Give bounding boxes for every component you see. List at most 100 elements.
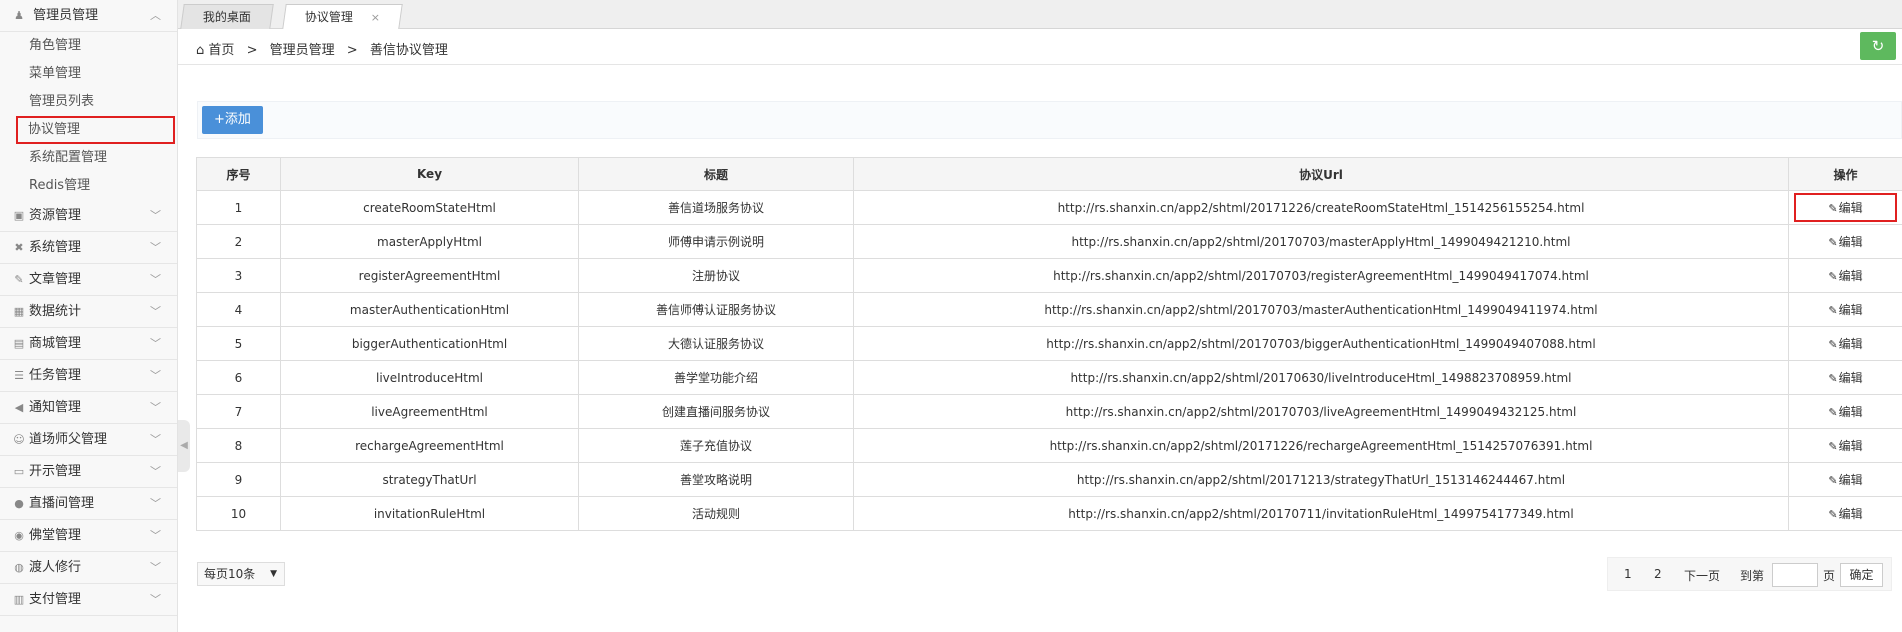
edit-button[interactable]: ✎编辑 [1824, 265, 1866, 286]
page-link-1[interactable]: 1 [1624, 567, 1632, 581]
sidebar-group[interactable]: ▦ 数据统计 ﹀ [0, 296, 177, 328]
cell-key: invitationRuleHtml [280, 496, 579, 531]
pencil-icon: ✎ [1828, 440, 1838, 453]
sidebar-group[interactable]: ▣ 资源管理 ﹀ [0, 200, 177, 232]
sidebar-group[interactable]: ◍ 渡人修行 ﹀ [0, 552, 177, 584]
menu-icon: ▣ [13, 209, 25, 222]
sidebar-collapse-handle[interactable]: ◀ [178, 420, 190, 472]
tab-desktop[interactable]: 我的桌面 [180, 4, 274, 29]
refresh-icon: ↻ [1871, 37, 1885, 55]
header-action: 操作 [1788, 157, 1902, 191]
sidebar-item[interactable]: 管理员列表 [0, 88, 177, 116]
cell-key: masterAuthenticationHtml [280, 292, 579, 327]
table-row: 3 registerAgreementHtml 注册协议 http://rs.shan… [196, 258, 1902, 293]
sidebar-item[interactable]: 协议管理 [16, 116, 175, 144]
table-row: 8 rechargeAgreementHtml 莲子充值协议 http://rs.sh… [196, 428, 1902, 463]
pencil-icon: ✎ [1828, 304, 1838, 317]
edit-button[interactable]: ✎编辑 [1824, 231, 1866, 252]
sidebar-group-admin[interactable]: ♟ 管理员管理 ︿ [0, 0, 177, 32]
chevron-down-icon: ﹀ [150, 369, 161, 382]
pencil-icon: ✎ [1828, 474, 1838, 487]
edit-label: 编辑 [1838, 337, 1863, 351]
sidebar-groups: ▣ 资源管理 ﹀ ✖ 系统管理 ﹀ ✎ 文章管理 ﹀ ▦ 数据统计 ﹀ ▤ 商城管理 ﹀ ☰ 任务管理 ﹀ ◀ 通知管… [0, 200, 177, 616]
edit-button[interactable]: ✎编辑 [1824, 333, 1866, 354]
page-link-2[interactable]: 2 [1654, 567, 1662, 581]
table-row: 5 biggerAuthenticationHtml 大德认证服务协议 http://… [196, 326, 1902, 361]
tab-label: 我的桌面 [202, 10, 251, 24]
table-row: 9 strategyThatUrl 善堂攻略说明 http://rs.shanxin.… [196, 462, 1902, 497]
edit-button[interactable]: ✎编辑 [1824, 503, 1866, 524]
cell-action: ✎编辑 [1788, 224, 1902, 259]
sidebar-group-label: 渡人修行 [29, 560, 82, 575]
chevron-down-icon: ﹀ [150, 241, 161, 254]
table-row: 6 liveIntroduceHtml 善学堂功能介绍 http://rs.shanx… [196, 360, 1902, 395]
sidebar-group-label: 商城管理 [29, 336, 82, 351]
add-button[interactable]: +添加 [202, 106, 263, 134]
sidebar-group[interactable]: ▥ 支付管理 ﹀ [0, 584, 177, 616]
pencil-icon: ✎ [1828, 406, 1838, 419]
sidebar-group[interactable]: ▭ 开示管理 ﹀ [0, 456, 177, 488]
confirm-button[interactable]: 确定 [1840, 563, 1883, 587]
sidebar-group[interactable]: ▤ 商城管理 ﹀ [0, 328, 177, 360]
next-page-link[interactable]: 下一页 [1684, 567, 1720, 584]
cell-key: liveIntroduceHtml [280, 360, 579, 395]
sidebar-item[interactable]: 角色管理 [0, 32, 177, 60]
pencil-icon: ✎ [1828, 270, 1838, 283]
sidebar-group[interactable]: ✖ 系统管理 ﹀ [0, 232, 177, 264]
chevron-down-icon: ﹀ [150, 593, 161, 606]
dropdown-arrow-icon: ▼ [270, 569, 277, 579]
page-size-select[interactable]: 每页10条 ▼ [197, 562, 285, 586]
cell-action: ✎编辑 [1788, 428, 1902, 463]
menu-icon: ◍ [14, 561, 24, 574]
sidebar-item[interactable]: 系统配置管理 [0, 144, 177, 172]
cell-title: 活动规则 [578, 496, 854, 531]
cell-no: 10 [196, 496, 281, 531]
edit-button[interactable]: ✎编辑 [1794, 193, 1897, 222]
goto-page-input[interactable] [1772, 563, 1818, 587]
menu-icon: ◀ [14, 401, 24, 414]
breadcrumb-bar: ⌂ 首页 > 管理员管理 > 善信协议管理 ↻ [178, 29, 1902, 65]
cell-title: 注册协议 [578, 258, 854, 293]
sidebar-group[interactable]: ◀ 通知管理 ﹀ [0, 392, 177, 424]
cell-url: http://rs.shanxin.cn/app2/shtml/20170703… [853, 258, 1789, 293]
sidebar-group[interactable]: ● 直播间管理 ﹀ [0, 488, 177, 520]
sidebar-item[interactable]: 菜单管理 [0, 60, 177, 88]
edit-button[interactable]: ✎编辑 [1824, 469, 1866, 490]
edit-button[interactable]: ✎编辑 [1824, 435, 1866, 456]
edit-button[interactable]: ✎编辑 [1824, 367, 1866, 388]
sidebar-item[interactable]: Redis管理 [0, 172, 177, 200]
cell-url: http://rs.shanxin.cn/app2/shtml/20170630… [853, 360, 1789, 395]
menu-icon: ✎ [14, 273, 24, 286]
sidebar: ♟ 管理员管理 ︿ 角色管理 菜单管理 管理员列表 协议管理 系统配置管理 Redis管理… [0, 0, 178, 632]
cell-no: 8 [196, 428, 281, 463]
sidebar-group[interactable]: ◉ 佛堂管理 ﹀ [0, 520, 177, 552]
chevron-down-icon: ﹀ [150, 529, 161, 542]
menu-icon: ✖ [14, 241, 24, 254]
header-title: 标题 [578, 157, 854, 191]
breadcrumb-home[interactable]: 首页 [208, 43, 234, 58]
close-icon[interactable]: × [371, 6, 380, 30]
chevron-down-icon: ﹀ [150, 305, 161, 318]
user-icon: ♟ [14, 9, 24, 22]
sidebar-group[interactable]: ☰ 任务管理 ﹀ [0, 360, 177, 392]
cell-title: 师傅申请示例说明 [578, 224, 854, 259]
refresh-button[interactable]: ↻ [1860, 32, 1896, 60]
edit-button[interactable]: ✎编辑 [1824, 401, 1866, 422]
header-key: Key [280, 157, 579, 191]
sidebar-group[interactable]: ☺ 道场师父管理 ﹀ [0, 424, 177, 456]
table-row: 2 masterApplyHtml 师傅申请示例说明 http://rs.shanxi… [196, 224, 1902, 259]
sidebar-group[interactable]: ✎ 文章管理 ﹀ [0, 264, 177, 296]
cell-url: http://rs.shanxin.cn/app2/shtml/20171213… [853, 462, 1789, 497]
pencil-icon: ✎ [1828, 202, 1838, 215]
pencil-icon: ✎ [1828, 236, 1838, 249]
sidebar-group-label: 通知管理 [29, 400, 82, 415]
cell-title: 莲子充值协议 [578, 428, 854, 463]
cell-no: 3 [196, 258, 281, 293]
edit-button[interactable]: ✎编辑 [1824, 299, 1866, 320]
tab-agreement-manage[interactable]: 协议管理 × [282, 4, 403, 29]
sidebar-group-label: 文章管理 [29, 272, 82, 287]
table-body: 1 createRoomStateHtml 善信道场服务协议 http://rs.sh… [196, 190, 1902, 531]
sidebar-group-label: 佛堂管理 [29, 528, 82, 543]
cell-url: http://rs.shanxin.cn/app2/shtml/20171226… [853, 190, 1789, 225]
menu-icon: ▥ [13, 593, 25, 606]
